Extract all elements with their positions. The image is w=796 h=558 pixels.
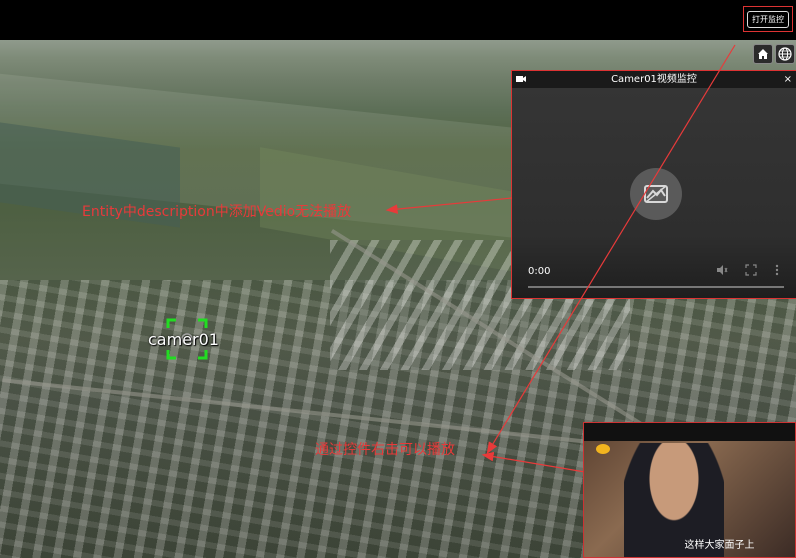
- fullscreen-icon[interactable]: [745, 264, 757, 276]
- annotation-plugin-note: 通过控件右击可以播放: [315, 442, 455, 458]
- playing-video-thumbnail: 这样大家面子上: [583, 422, 796, 558]
- video-player[interactable]: 0:00: [512, 88, 796, 298]
- annotation-description-note: Entity中description中添加Vedio无法播放: [82, 204, 352, 220]
- globe-button[interactable]: [775, 44, 795, 64]
- video-monitor-panel: Camer01视频监控 × 0:00: [511, 70, 796, 299]
- open-monitor-label: 打开监控: [747, 10, 789, 28]
- channel-logo-icon: [596, 444, 610, 454]
- home-icon: [758, 49, 768, 59]
- video-panel-title: Camer01视频监控: [611, 74, 697, 85]
- video-panel-header[interactable]: Camer01视频监控 ×: [512, 71, 796, 89]
- open-monitor-button[interactable]: 打开监控: [743, 6, 793, 32]
- video-unavailable-icon[interactable]: [630, 168, 682, 220]
- home-button[interactable]: [753, 44, 773, 64]
- close-icon[interactable]: ×: [784, 71, 792, 88]
- globe-icon: [778, 47, 792, 61]
- video-time: 0:00: [528, 266, 551, 277]
- more-options-icon[interactable]: [774, 264, 780, 276]
- camera-icon: [516, 76, 526, 82]
- camera-entity-label[interactable]: camer01: [148, 330, 219, 349]
- volume-icon[interactable]: [716, 264, 728, 276]
- video-progress-bar[interactable]: [528, 286, 784, 288]
- top-bar: 打开监控: [0, 0, 796, 40]
- video-subtitle: 这样大家面子上: [684, 540, 755, 551]
